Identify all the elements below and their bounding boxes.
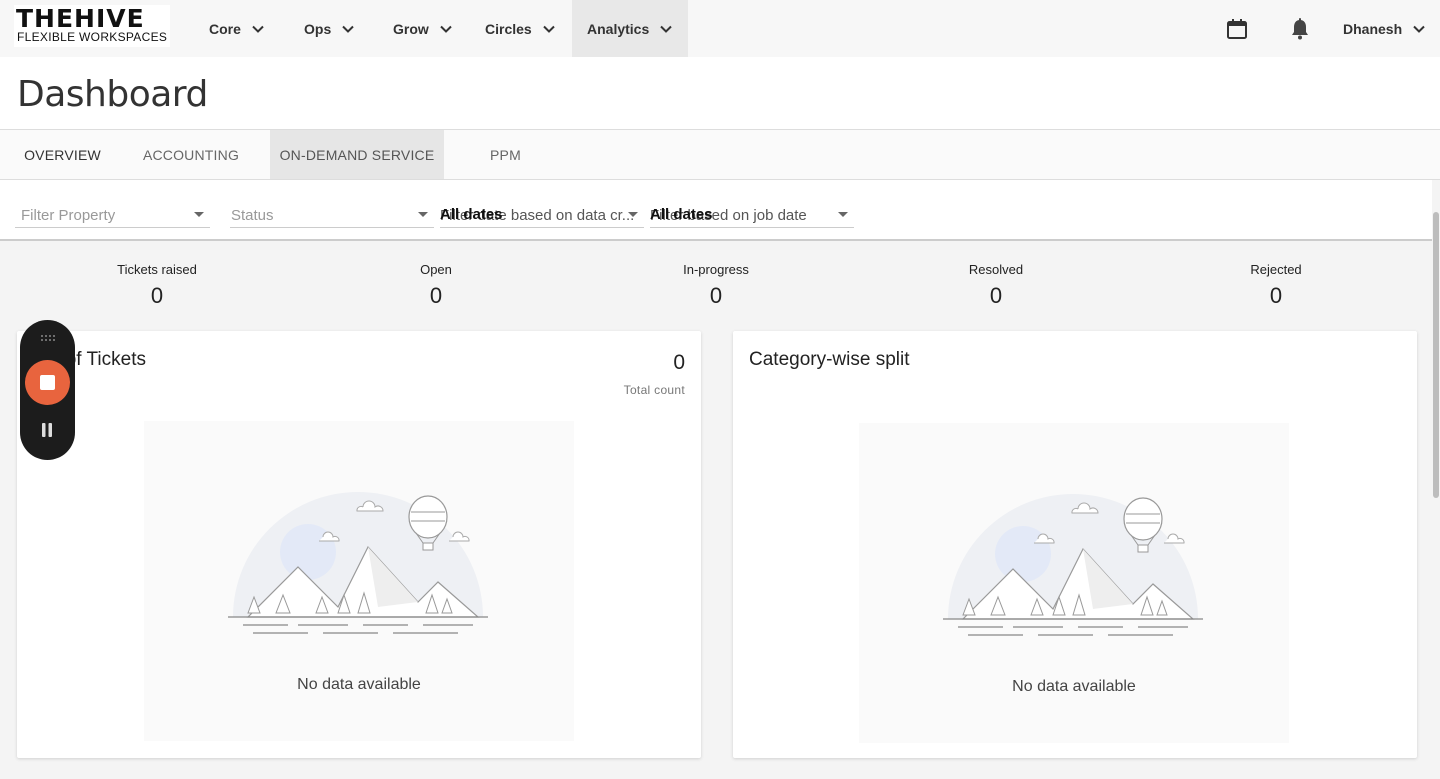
total-count-label: Total count [623, 383, 685, 397]
stat-label: Rejected [1250, 262, 1302, 277]
empty-state-illustration: No data available [859, 423, 1289, 743]
stat-label: In-progress [683, 262, 749, 277]
stat-open: Open 0 [336, 262, 536, 309]
status-select[interactable]: Status [230, 206, 434, 228]
status-placeholder: Status [231, 207, 274, 224]
stat-value: 0 [150, 283, 164, 308]
tab-accounting[interactable]: ACCOUNTING [131, 130, 251, 179]
chevron-down-icon [252, 25, 264, 33]
scrollbar-thumb[interactable] [1433, 212, 1439, 498]
chevron-down-icon [660, 25, 672, 33]
category-split-card: Category-wise split No data available [733, 331, 1417, 758]
chevron-down-icon [440, 25, 452, 33]
nav-item-analytics[interactable]: Analytics [572, 0, 689, 57]
stop-recording-button[interactable] [25, 360, 70, 405]
mountains-balloon-icon [943, 494, 1203, 636]
dropdown-caret-icon [838, 212, 848, 217]
chevron-down-icon [542, 25, 555, 33]
tab-on-demand-service[interactable]: ON-DEMAND SERVICE [270, 130, 444, 179]
job-date-value: All dates [650, 206, 713, 223]
stat-label: Open [420, 262, 452, 277]
filter-bar: Filter Property Status Filter date based… [0, 180, 1432, 241]
page-scrollbar[interactable] [1432, 180, 1440, 779]
tab-overview[interactable]: OVERVIEW [12, 130, 113, 179]
job-date-filter[interactable]: Filter based on job date All dates [650, 206, 854, 228]
pause-icon[interactable] [41, 423, 53, 437]
dropdown-caret-icon [418, 212, 428, 217]
bell-icon[interactable] [1288, 17, 1312, 41]
nav-item-label: Core [209, 20, 241, 37]
stat-rejected: Rejected 0 [1176, 262, 1376, 309]
stat-value: 0 [989, 283, 1003, 308]
nav-item-ops[interactable]: Ops [304, 0, 355, 57]
user-menu[interactable]: Dhanesh [1343, 0, 1426, 57]
grip-icon[interactable] [40, 334, 56, 342]
nav-item-core[interactable]: Core [209, 0, 265, 57]
stat-resolved: Resolved 0 [896, 262, 1096, 309]
brand-name: THEHIVE [16, 4, 145, 33]
title-bar: Dashboard [0, 57, 1440, 130]
filter-property-select[interactable]: Filter Property [15, 206, 210, 228]
nav-item-label: Grow [393, 20, 429, 37]
page-title: Dashboard [17, 74, 208, 115]
dropdown-caret-icon [628, 212, 638, 217]
stat-value: 0 [709, 283, 723, 308]
mountains-balloon-icon [228, 492, 488, 634]
dropdown-caret-icon [194, 212, 204, 217]
tab-ppm[interactable]: PPM [448, 130, 563, 179]
date-created-filter[interactable]: Filter date based on data cr... All date… [440, 206, 644, 228]
stat-label: Resolved [968, 262, 1024, 277]
screen-recorder-widget [20, 320, 75, 460]
brand-logo[interactable]: THEHIVE FLEXIBLE WORKSPACES [14, 5, 170, 47]
stat-value: 0 [429, 283, 443, 308]
date-created-value: All dates [440, 206, 503, 223]
stop-icon [40, 375, 55, 390]
stat-label: Tickets raised [117, 262, 197, 277]
calendar-icon[interactable] [1226, 18, 1248, 40]
nav-item-label: Ops [304, 20, 332, 37]
tab-bar: OVERVIEW ACCOUNTING ON-DEMAND SERVICE PP… [0, 130, 1440, 180]
stat-in-progress: In-progress 0 [616, 262, 816, 309]
stat-value: 0 [1269, 283, 1283, 308]
top-nav: THEHIVE FLEXIBLE WORKSPACES Core Ops Gro… [0, 0, 1440, 57]
no-data-text: No data available [1012, 678, 1136, 695]
nav-item-circles[interactable]: Circles [485, 0, 556, 57]
chevron-down-icon [1413, 25, 1425, 33]
nav-item-label: Circles [485, 20, 532, 37]
chevron-down-icon [342, 25, 354, 33]
stat-tickets-raised: Tickets raised 0 [57, 262, 257, 309]
user-name: Dhanesh [1343, 20, 1403, 37]
tickets-card: ber of Tickets 0 Total count No data ava… [17, 331, 701, 758]
nav-item-label: Analytics [587, 20, 650, 37]
brand-tagline: FLEXIBLE WORKSPACES [17, 30, 168, 44]
total-count-value: 0 [673, 351, 685, 374]
empty-state-illustration: No data available [144, 421, 574, 741]
card-title: Category-wise split [749, 349, 910, 370]
nav-item-grow[interactable]: Grow [393, 0, 453, 57]
no-data-text: No data available [297, 676, 421, 693]
filter-property-placeholder: Filter Property [21, 207, 116, 224]
